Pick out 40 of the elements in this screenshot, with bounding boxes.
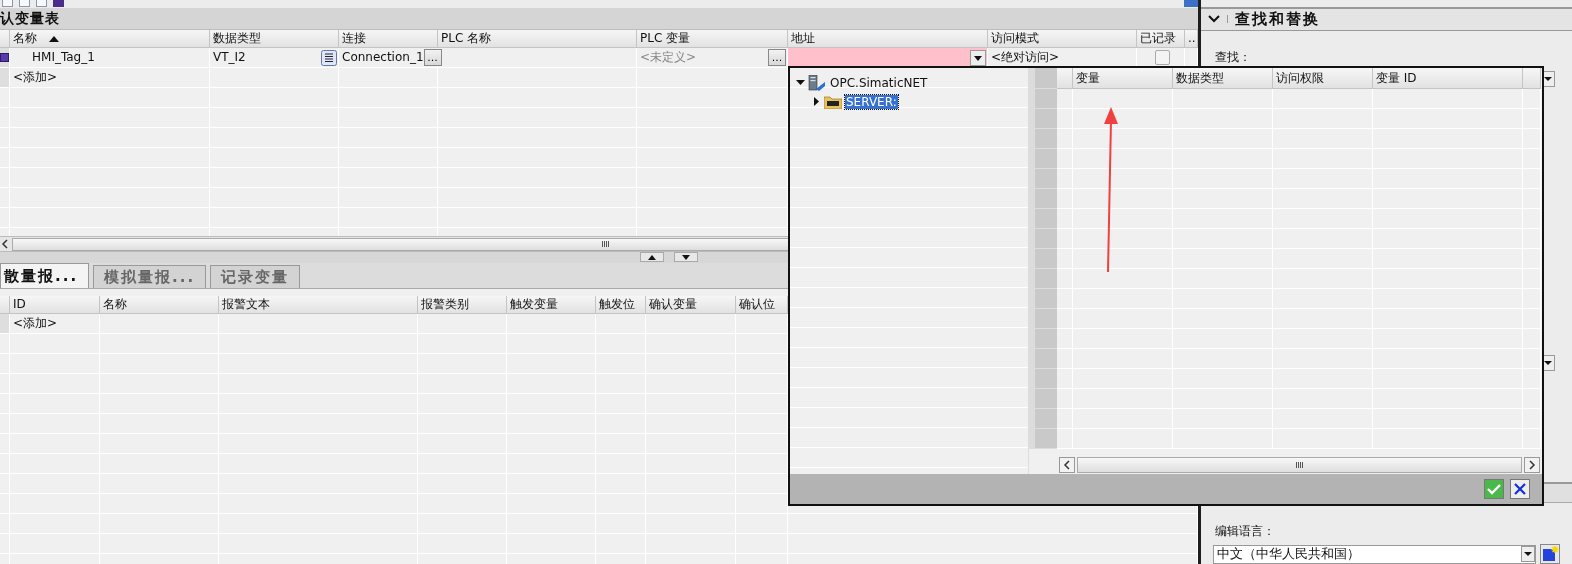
browse-button[interactable]: ... bbox=[423, 49, 442, 66]
column-header[interactable]: 地址 bbox=[788, 30, 988, 48]
table-cell-text: <未定义> bbox=[640, 49, 697, 66]
tree-item[interactable]: SERVER: bbox=[845, 94, 898, 109]
add-row[interactable]: <添加> bbox=[10, 68, 210, 88]
tab[interactable]: 记录变量 bbox=[210, 265, 301, 288]
column-header[interactable]: 确认位 bbox=[736, 296, 788, 314]
column-header[interactable]: 触发变量 bbox=[507, 296, 596, 314]
language-dropdown[interactable]: 中文（中华人民共和国） bbox=[1213, 544, 1536, 564]
column-header[interactable]: 报警类别 bbox=[418, 296, 507, 314]
column-header[interactable]: 连接 bbox=[339, 30, 438, 48]
tab[interactable]: 散量报... bbox=[0, 263, 90, 288]
tree-item[interactable]: OPC.SimaticNET bbox=[829, 75, 929, 90]
panel-title: 查找和替换 bbox=[1234, 9, 1320, 29]
column-header[interactable]: 报警文本 bbox=[219, 296, 418, 314]
field-label: 编辑语言： bbox=[1215, 523, 1276, 540]
column-header[interactable]: PLC 名称 bbox=[438, 30, 637, 48]
browse-button[interactable]: ... bbox=[768, 49, 786, 66]
column-header[interactable]: ID bbox=[10, 296, 100, 314]
column-header[interactable]: 访问模式 bbox=[988, 30, 1137, 48]
column-header[interactable]: 访问权限 bbox=[1273, 68, 1373, 89]
column-header[interactable]: 变量 ID bbox=[1373, 68, 1523, 89]
table-cell-text: Connection_1 bbox=[342, 49, 424, 66]
column-header[interactable]: 已记录 bbox=[1137, 30, 1185, 48]
column-header[interactable]: 数据类型 bbox=[1173, 68, 1273, 89]
table-cell-text: VT_I2 bbox=[213, 49, 246, 66]
table-title: 认变量表 bbox=[0, 8, 1198, 30]
column-header[interactable]: 数据类型 bbox=[210, 30, 339, 48]
column-header[interactable]: 变量 bbox=[1073, 68, 1173, 89]
column-header[interactable]: 名称 bbox=[10, 30, 210, 48]
table-cell: HMI_Tag_1 bbox=[10, 48, 210, 68]
column-header[interactable]: 确认变量 bbox=[646, 296, 736, 314]
add-row[interactable]: <添加> bbox=[10, 314, 100, 334]
tab[interactable]: 模拟量报... bbox=[93, 265, 207, 288]
panel-header[interactable]: 查找和替换 bbox=[1201, 7, 1572, 31]
column-header[interactable]: 触发位 bbox=[596, 296, 646, 314]
column-header[interactable]: ... bbox=[1185, 30, 1198, 48]
column-header[interactable]: PLC 变量 bbox=[637, 30, 788, 48]
column-header[interactable]: 名称 bbox=[100, 296, 219, 314]
field-label: 查找： bbox=[1215, 48, 1252, 66]
